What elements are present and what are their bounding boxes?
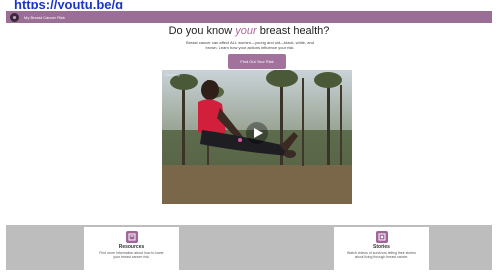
headline-part: Do you know <box>168 25 236 37</box>
headline-part: breast health? <box>256 25 330 37</box>
video-player[interactable]: Remedy <box>162 70 352 204</box>
video-frame <box>162 70 352 204</box>
site-title[interactable]: My Breast Cancer Risk <box>24 15 65 20</box>
headline-accent: your <box>235 25 257 37</box>
video-title: Remedy <box>165 72 180 77</box>
card-description: Watch videos of survivors telling their … <box>347 251 416 259</box>
intro-text: Breast cancer can affect ALL women—young… <box>186 40 314 50</box>
card-description: Find more information about how to lower… <box>99 251 164 259</box>
resources-card[interactable]: Resources Find more information about ho… <box>84 227 179 272</box>
resources-icon <box>125 231 138 243</box>
page-headline: Do you know your breast health? <box>0 25 498 37</box>
find-risk-button[interactable]: Find Out Your Risk <box>228 54 286 69</box>
card-title: Resources <box>118 244 145 250</box>
url-link[interactable]: https://youtu.be/g <box>14 0 244 9</box>
logo-icon[interactable] <box>10 12 19 22</box>
stories-card[interactable]: Stories Watch videos of survivors tellin… <box>334 227 429 272</box>
stories-icon <box>375 231 388 243</box>
card-title: Stories <box>373 244 390 250</box>
site-header: My Breast Cancer Risk <box>6 11 492 23</box>
